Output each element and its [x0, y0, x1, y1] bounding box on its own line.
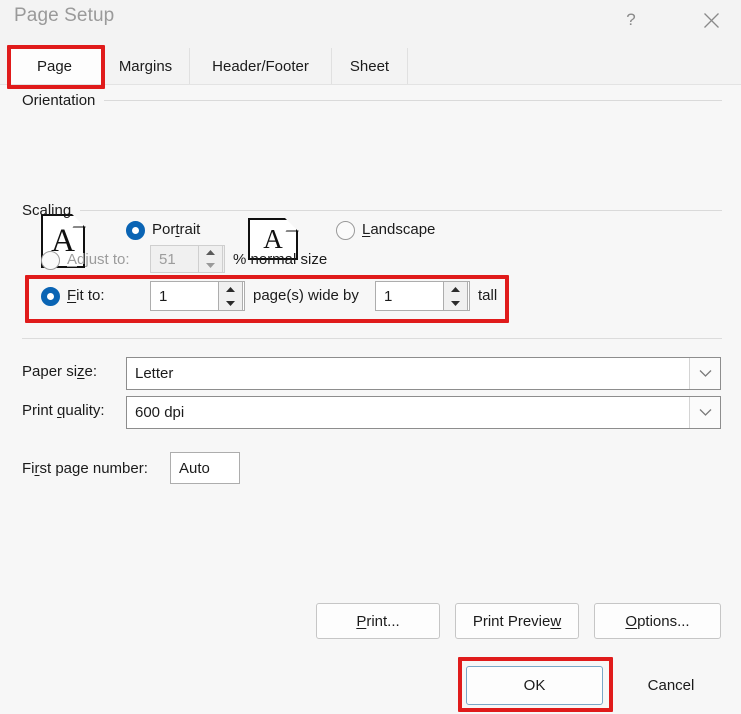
orientation-group-header: Orientation: [22, 92, 722, 109]
tab-margins[interactable]: Margins: [102, 48, 190, 85]
adjust-to-spinner-down[interactable]: [199, 259, 222, 272]
page-tab-panel: Orientation A Portrait A Landscape Scali…: [0, 85, 741, 714]
scaling-group-label: Scaling: [22, 202, 80, 219]
first-page-number-input[interactable]: Auto: [170, 452, 240, 484]
fit-to-width-spinner-up[interactable]: [219, 282, 242, 296]
portrait-label: Portrait: [152, 221, 200, 238]
options-button[interactable]: Options...: [594, 603, 721, 639]
print-preview-button-label: Print Preview: [473, 613, 561, 630]
print-quality-value: 600 dpi: [127, 404, 689, 421]
adjust-to-spinner-up[interactable]: [199, 246, 222, 259]
fit-to-height-spinner-up[interactable]: [444, 282, 467, 296]
scaling-group-header: Scaling: [22, 202, 722, 219]
tab-page[interactable]: Page: [8, 48, 102, 85]
first-page-number-value: Auto: [179, 460, 210, 477]
fit-to-middle-label: page(s) wide by: [253, 287, 359, 304]
fit-to-tall-label: tall: [478, 287, 497, 304]
fit-to-radio[interactable]: [41, 287, 60, 306]
adjust-to-spinner[interactable]: [198, 245, 223, 273]
landscape-page-icon-glyph: A: [263, 226, 283, 253]
adjust-to-radio[interactable]: [41, 251, 60, 270]
tab-header-footer[interactable]: Header/Footer: [190, 48, 332, 85]
print-quality-combobox[interactable]: 600 dpi: [126, 396, 721, 429]
close-icon: [703, 12, 720, 29]
ok-button-label: OK: [524, 677, 546, 694]
ok-button[interactable]: OK: [466, 666, 603, 705]
adjust-to-label: Adjust to:: [67, 251, 130, 268]
page-setup-dialog: Page Setup ? Page Margins Header/Footer …: [0, 0, 741, 714]
close-button[interactable]: [688, 0, 734, 40]
cancel-button[interactable]: Cancel: [621, 666, 721, 705]
paper-size-value: Letter: [127, 365, 689, 382]
tab-margins-label: Margins: [119, 58, 172, 75]
tab-sheet[interactable]: Sheet: [332, 48, 408, 85]
fit-to-width-spinner[interactable]: [218, 281, 243, 311]
tab-sheet-label: Sheet: [350, 58, 389, 75]
paper-size-label: Paper size:: [22, 363, 97, 380]
help-button[interactable]: ?: [608, 0, 654, 40]
cancel-button-label: Cancel: [648, 677, 695, 694]
scaling-group-rule: [80, 210, 722, 211]
fit-to-height-spinner-down[interactable]: [444, 296, 467, 310]
print-quality-label: Print quality:: [22, 402, 105, 419]
title-bar: Page Setup ?: [0, 0, 741, 48]
print-button[interactable]: Print...: [316, 603, 440, 639]
portrait-radio[interactable]: [126, 221, 145, 240]
chevron-down-icon[interactable]: [689, 358, 720, 389]
fit-to-width-value: 1: [159, 288, 167, 305]
options-button-label: Options...: [625, 613, 689, 630]
orientation-group-label: Orientation: [22, 92, 104, 109]
print-button-label: Print...: [356, 613, 399, 630]
fit-to-label: Fit to:: [67, 287, 105, 304]
print-preview-button[interactable]: Print Preview: [455, 603, 579, 639]
orientation-group-rule: [104, 100, 722, 101]
page-title: Page Setup: [14, 5, 114, 27]
chevron-down-icon[interactable]: [689, 397, 720, 428]
fit-to-width-spinner-down[interactable]: [219, 296, 242, 310]
landscape-page-icon-fold: [285, 218, 298, 231]
paper-size-combobox[interactable]: Letter: [126, 357, 721, 390]
landscape-radio[interactable]: [336, 221, 355, 240]
tab-header-footer-label: Header/Footer: [212, 58, 309, 75]
fit-to-height-spinner[interactable]: [443, 281, 468, 311]
question-mark-icon: ?: [626, 10, 635, 30]
adjust-to-suffix-label: % normal size: [233, 251, 327, 268]
scaling-section-separator: [22, 338, 722, 339]
landscape-label: Landscape: [362, 221, 435, 238]
fit-to-height-value: 1: [384, 288, 392, 305]
first-page-number-label: First page number:: [22, 460, 148, 477]
tab-page-label: Page: [37, 58, 72, 75]
adjust-to-value: 51: [159, 251, 176, 268]
tab-strip: Page Margins Header/Footer Sheet: [0, 48, 741, 85]
